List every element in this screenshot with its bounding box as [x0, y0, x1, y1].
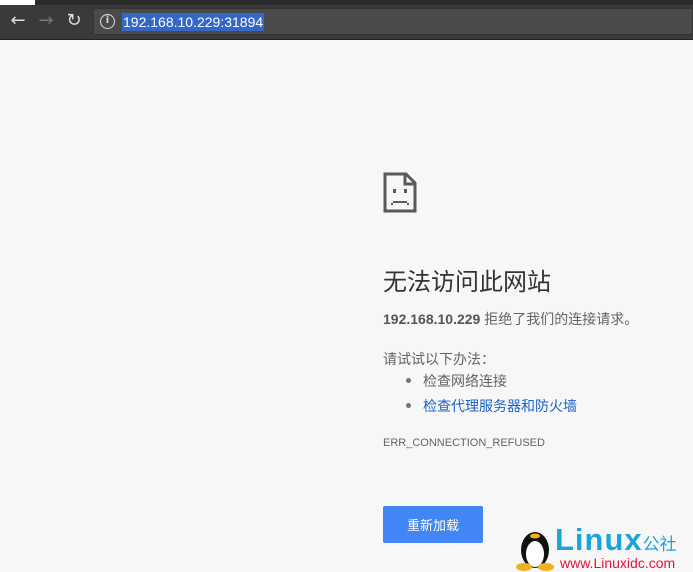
suggestion-list: 检查网络连接 检查代理服务器和防火墙: [405, 371, 577, 421]
watermark-logo: Linux公社 www.Linuxidc.com: [515, 520, 693, 571]
site-url: www.Linuxidc.com: [560, 555, 676, 571]
error-description: 192.168.10.229 拒绝了我们的连接请求。: [383, 309, 638, 329]
error-page: 无法访问此网站 192.168.10.229 拒绝了我们的连接请求。 请试试以下…: [383, 172, 638, 543]
host: 192.168.10.229: [383, 311, 481, 327]
url-text[interactable]: 192.168.10.229:31894: [122, 13, 265, 31]
penguin-icon: [516, 532, 554, 571]
address-bar[interactable]: i 192.168.10.229:31894: [93, 8, 693, 35]
back-icon[interactable]: ←: [5, 8, 31, 34]
error-code: ERR_CONNECTION_REFUSED: [383, 437, 545, 449]
suggestion-check-network: 检查网络连接: [405, 371, 577, 396]
brand-suffix: 公社: [642, 535, 677, 554]
suggestion-check-proxy-link[interactable]: 检查代理服务器和防火墙: [405, 396, 577, 421]
forward-icon[interactable]: →: [33, 8, 59, 34]
info-icon[interactable]: i: [100, 14, 115, 29]
error-message: 拒绝了我们的连接请求。: [480, 311, 639, 327]
reload-icon[interactable]: ↻: [61, 8, 87, 34]
sad-page-icon: [383, 172, 417, 213]
error-title: 无法访问此网站: [383, 269, 551, 296]
browser-toolbar: ← → ↻ i 192.168.10.229:31894: [0, 5, 693, 40]
reload-button[interactable]: 重新加载: [383, 506, 483, 543]
try-label: 请试试以下办法：: [383, 351, 495, 367]
brand: Linux: [555, 522, 643, 557]
